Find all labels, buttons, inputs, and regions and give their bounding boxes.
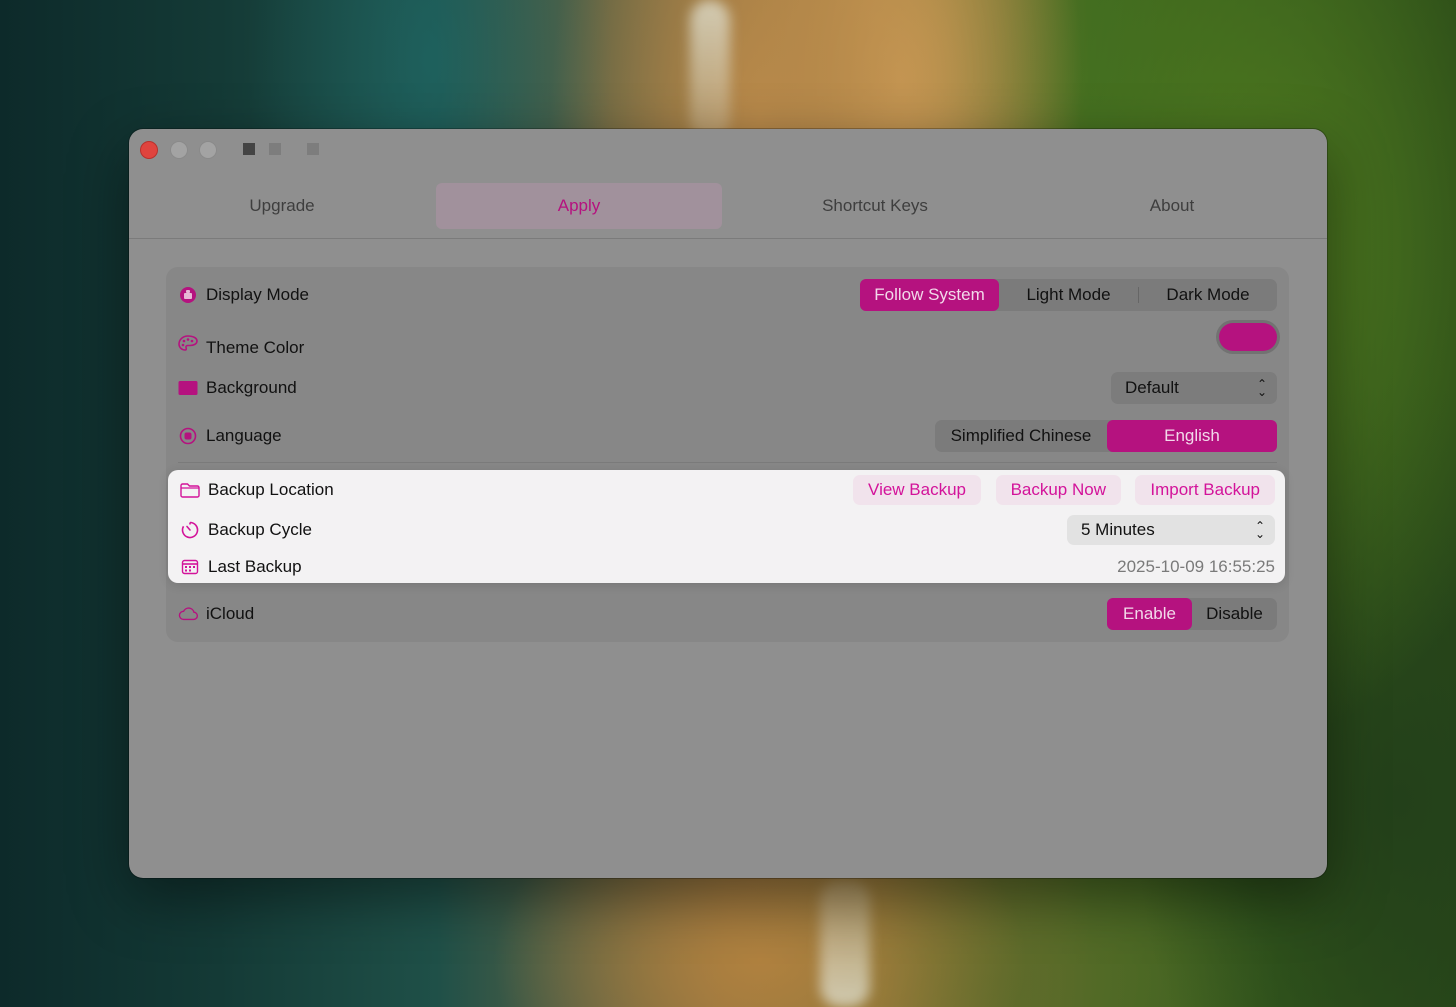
icloud-label: iCloud [206, 604, 255, 623]
enable-option[interactable]: Enable [1107, 598, 1192, 630]
backup-section: Backup Location View Backup Backup Now I… [168, 470, 1285, 583]
wallpaper-wave [690, 0, 730, 140]
toolbar-square-icon[interactable] [269, 143, 281, 155]
settings-card: Display Mode Follow System Light Mode Da… [166, 267, 1289, 642]
display-mode-icon [178, 285, 198, 305]
import-backup-button[interactable]: Import Backup [1135, 475, 1275, 505]
folder-icon [180, 480, 200, 500]
section-divider [178, 462, 1277, 463]
chevron-up-down-icon: ⌃ ⌄ [1256, 377, 1267, 399]
last-backup-timestamp: 2025-10-09 16:55:25 [1117, 557, 1275, 576]
last-backup-row: Last Backup 2025-10-09 16:55:25 [168, 547, 1285, 587]
background-select-value: Default [1125, 378, 1179, 397]
tab-about[interactable]: About [1029, 183, 1315, 229]
tab-apply[interactable]: Apply [436, 183, 722, 229]
backup-cycle-label: Backup Cycle [208, 520, 312, 539]
disable-option[interactable]: Disable [1192, 598, 1277, 630]
toolbar-square-icon[interactable] [307, 143, 319, 155]
wallpaper-wave [820, 880, 870, 1007]
background-select[interactable]: Default ⌃ ⌄ [1111, 372, 1277, 404]
settings-window: Upgrade Apply Shortcut Keys About Displa… [129, 129, 1327, 878]
timer-icon [180, 520, 200, 540]
theme-color-row: Theme Color [166, 319, 1289, 369]
follow-system-option[interactable]: Follow System [860, 279, 999, 311]
close-window-button[interactable] [140, 141, 158, 159]
tab-upgrade[interactable]: Upgrade [139, 183, 425, 229]
tab-bar: Upgrade Apply Shortcut Keys About [129, 179, 1327, 239]
calendar-icon [180, 557, 200, 577]
chevron-up-down-icon: ⌃ ⌄ [1254, 519, 1265, 541]
language-row: Language Simplified Chinese English [166, 416, 1289, 456]
display-mode-row: Display Mode Follow System Light Mode Da… [166, 275, 1289, 315]
icloud-row: iCloud Enable Disable [166, 594, 1289, 634]
icloud-segmented-control: Enable Disable [1107, 598, 1277, 630]
backup-cycle-row: Backup Cycle 5 Minutes ⌃ ⌄ [168, 510, 1285, 550]
language-label: Language [206, 426, 282, 445]
view-backup-button[interactable]: View Backup [853, 475, 981, 505]
background-row: Background Default ⌃ ⌄ [166, 368, 1289, 408]
background-label: Background [206, 378, 297, 397]
theme-color-label: Theme Color [206, 338, 305, 357]
toolbar-square-icon[interactable] [243, 143, 255, 155]
tab-shortcut-keys[interactable]: Shortcut Keys [732, 183, 1018, 229]
display-mode-label: Display Mode [206, 285, 309, 304]
language-icon [178, 426, 198, 446]
dark-mode-option[interactable]: Dark Mode [1139, 279, 1277, 311]
backup-cycle-select[interactable]: 5 Minutes ⌃ ⌄ [1067, 515, 1275, 545]
backup-now-button[interactable]: Backup Now [995, 475, 1121, 505]
background-icon [178, 378, 198, 398]
english-option[interactable]: English [1107, 420, 1277, 452]
minimize-window-button[interactable] [170, 141, 188, 159]
palette-icon [178, 334, 198, 354]
title-bar [129, 129, 1327, 169]
light-mode-option[interactable]: Light Mode [999, 279, 1138, 311]
display-mode-segmented-control: Follow System Light Mode Dark Mode [860, 279, 1277, 311]
language-segmented-control: Simplified Chinese English [935, 420, 1277, 452]
backup-location-row: Backup Location View Backup Backup Now I… [168, 470, 1285, 510]
last-backup-label: Last Backup [208, 557, 302, 576]
simplified-chinese-option[interactable]: Simplified Chinese [935, 420, 1107, 452]
zoom-window-button[interactable] [199, 141, 217, 159]
backup-cycle-value: 5 Minutes [1081, 520, 1155, 539]
backup-location-label: Backup Location [208, 480, 334, 499]
theme-color-swatch[interactable] [1219, 323, 1277, 351]
cloud-icon [178, 604, 198, 624]
